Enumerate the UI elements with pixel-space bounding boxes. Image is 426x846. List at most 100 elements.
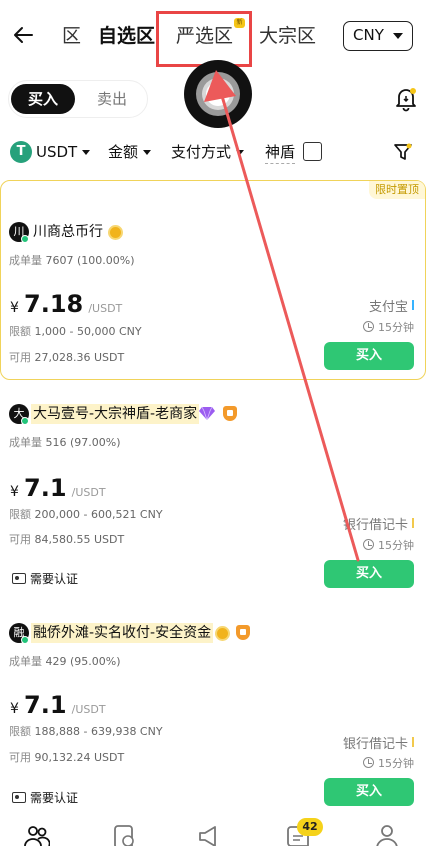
price-row: ¥ 7.1 /USDT xyxy=(10,473,106,503)
available-row: 可用 27,028.36 USDT xyxy=(9,350,124,366)
caret-down-icon xyxy=(143,150,152,155)
currency-select[interactable]: CNY xyxy=(343,21,413,51)
available-value: 90,132.24 USDT xyxy=(34,751,125,764)
merchant-name[interactable]: 川商总币行 xyxy=(33,222,103,242)
order-label: 成单量 xyxy=(9,254,42,267)
shield-badge-icon xyxy=(236,625,250,640)
asset-filter[interactable]: USDT xyxy=(36,141,91,163)
merchant-name[interactable]: 融侨外滩-实名收付-安全资金 xyxy=(31,623,214,643)
merchant-name[interactable]: 大马壹号-大宗神盾-老商家 xyxy=(31,404,200,424)
id-card-icon xyxy=(12,573,26,584)
diamond-badge-icon xyxy=(199,406,215,420)
payment-method: 银行借记卡 xyxy=(342,737,408,752)
clock-icon xyxy=(363,757,374,768)
available-label: 可用 xyxy=(9,351,31,364)
online-dot xyxy=(21,417,29,425)
order-label: 成单量 xyxy=(9,436,42,449)
limit-value: 188,888 - 639,938 CNY xyxy=(34,725,163,738)
currency-symbol: ¥ xyxy=(10,300,19,316)
amount-filter-label: 金额 xyxy=(108,143,139,161)
gold-badge-icon xyxy=(215,626,230,641)
available-label: 可用 xyxy=(9,751,31,764)
tab-bulk[interactable]: 大宗区 xyxy=(259,24,316,48)
order-stats: 成单量 516 (97.00%) xyxy=(9,435,121,451)
filter-icon[interactable] xyxy=(393,142,413,162)
kyc-required: 需要认证 xyxy=(30,791,79,805)
payment-color-bar xyxy=(412,518,414,528)
payment-method: 支付宝 xyxy=(368,300,408,315)
buy-toggle[interactable]: 买入 xyxy=(11,84,75,114)
shield-badge-icon xyxy=(223,406,237,421)
pinned-badge: 限时置顶 xyxy=(369,181,425,199)
price-unit: /USDT xyxy=(71,703,106,716)
currency-value: CNY xyxy=(353,26,384,44)
clock-icon xyxy=(363,539,374,550)
gold-badge-icon xyxy=(108,225,123,240)
limit-value: 200,000 - 600,521 CNY xyxy=(34,508,163,521)
payment-method: 银行借记卡 xyxy=(342,518,408,533)
shield-checkbox[interactable] xyxy=(303,142,322,161)
currency-symbol: ¥ xyxy=(10,701,19,717)
payment-color-bar xyxy=(412,737,414,747)
chevron-down-icon xyxy=(393,33,403,39)
available-label: 可用 xyxy=(9,533,31,546)
payment-time: 15分钟 xyxy=(378,539,414,552)
order-value: 7607 (100.00%) xyxy=(45,254,135,267)
order-value: 516 (97.00%) xyxy=(45,436,121,449)
megaphone-icon[interactable] xyxy=(197,824,223,846)
tab-watchlist[interactable]: 自选区 xyxy=(98,24,155,48)
payment-time: 15分钟 xyxy=(378,757,414,770)
people-icon[interactable] xyxy=(24,824,50,846)
price-row: ¥ 7.18 /USDT xyxy=(10,289,122,319)
profile-icon[interactable] xyxy=(374,824,400,846)
available-value: 84,580.55 USDT xyxy=(34,533,125,546)
assistive-touch-button[interactable] xyxy=(184,60,252,128)
price: 7.1 xyxy=(24,474,67,502)
order-value: 429 (95.00%) xyxy=(45,655,121,668)
clock-icon xyxy=(363,321,374,332)
buy-button[interactable]: 买入 xyxy=(324,778,414,806)
limit-label: 限额 xyxy=(9,325,31,338)
payment-color-bar xyxy=(412,300,414,310)
price: 7.1 xyxy=(24,691,67,719)
highlight-box xyxy=(156,11,252,67)
currency-symbol: ¥ xyxy=(10,484,19,500)
available-row: 可用 84,580.55 USDT xyxy=(9,532,124,548)
online-dot xyxy=(21,636,29,644)
limit-row: 限额 188,888 - 639,938 CNY xyxy=(9,724,163,740)
message-count-badge: 42 xyxy=(297,818,323,836)
id-card-icon xyxy=(12,792,26,803)
buy-button[interactable]: 买入 xyxy=(324,342,414,370)
sell-toggle[interactable]: 卖出 xyxy=(82,84,142,114)
caret-down-icon xyxy=(236,150,245,155)
payment-filter-label: 支付方式 xyxy=(171,143,232,161)
orders-icon[interactable] xyxy=(111,824,137,846)
price-unit: /USDT xyxy=(88,302,123,315)
price: 7.18 xyxy=(24,290,84,318)
tab-partial[interactable]: 区 xyxy=(62,24,81,48)
usdt-icon: T xyxy=(10,141,32,163)
payment-filter[interactable]: 支付方式 xyxy=(171,141,245,163)
bell-icon[interactable] xyxy=(394,86,418,112)
buy-button[interactable]: 买入 xyxy=(324,560,414,588)
price-unit: /USDT xyxy=(71,486,106,499)
caret-down-icon xyxy=(82,150,91,155)
back-arrow-icon[interactable] xyxy=(12,24,34,46)
limit-row: 限额 200,000 - 600,521 CNY xyxy=(9,507,163,523)
limit-label: 限额 xyxy=(9,508,31,521)
limit-row: 限额 1,000 - 50,000 CNY xyxy=(9,324,142,340)
limit-label: 限额 xyxy=(9,725,31,738)
limit-value: 1,000 - 50,000 CNY xyxy=(34,325,142,338)
online-dot xyxy=(21,235,29,243)
available-row: 可用 90,132.24 USDT xyxy=(9,750,124,766)
asset-filter-label: USDT xyxy=(36,143,78,161)
order-stats: 成单量 7607 (100.00%) xyxy=(9,253,135,269)
available-value: 27,028.36 USDT xyxy=(34,351,125,364)
order-stats: 成单量 429 (95.00%) xyxy=(9,654,121,670)
order-label: 成单量 xyxy=(9,655,42,668)
price-row: ¥ 7.1 /USDT xyxy=(10,690,106,720)
kyc-required: 需要认证 xyxy=(30,572,79,586)
payment-time: 15分钟 xyxy=(378,321,414,334)
amount-filter[interactable]: 金额 xyxy=(108,141,152,163)
shield-filter-label: 神盾 xyxy=(265,141,296,164)
